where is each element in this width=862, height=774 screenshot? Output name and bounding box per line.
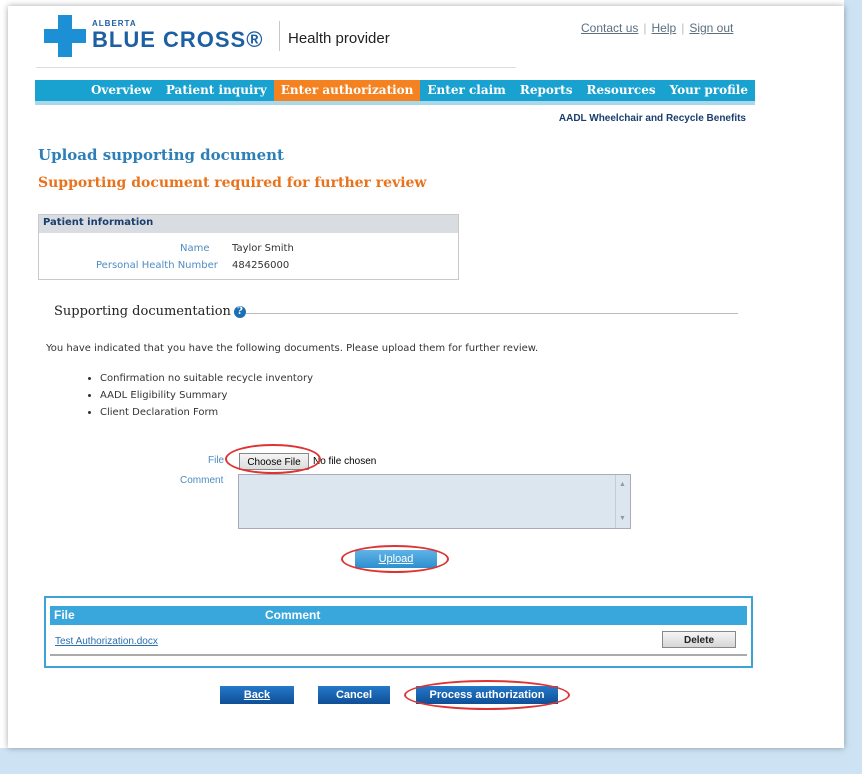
name-label: Name [180,243,210,254]
section-title-text: Supporting documentation [54,304,231,319]
frame-background-bottom [0,748,862,774]
page-subtitle: Supporting document required for further… [38,175,427,191]
scroll-up-icon: ▲ [619,481,626,488]
no-file-chosen-text: No file chosen [313,456,377,467]
help-icon[interactable]: ? [233,305,246,318]
table-row: Test Authorization.docx Delete [50,628,747,656]
contact-us-link[interactable]: Contact us [581,21,638,35]
phn-value: 484256000 [232,260,290,271]
intro-text: You have indicated that you have the fol… [46,343,539,354]
textarea-scrollbar[interactable]: ▲ ▼ [615,475,630,528]
name-value: Taylor Smith [232,243,294,254]
col-comment-header: Comment [265,608,321,622]
files-table-header: File Comment [50,606,747,625]
program-subtitle: AADL Wheelchair and Recycle Benefits [558,113,746,124]
list-item: Client Declaration Form [100,404,313,421]
sign-out-link[interactable]: Sign out [689,21,733,35]
patient-info-header: Patient information [39,215,458,233]
app-name: Health provider [288,30,390,47]
help-link[interactable]: Help [652,21,677,35]
uploaded-files-table: File Comment Test Authorization.docx Del… [44,596,753,668]
nav-patient-inquiry[interactable]: Patient inquiry [159,80,274,101]
patient-info-box: Patient information Name Taylor Smith Pe… [38,214,459,280]
nav-reports[interactable]: Reports [513,80,580,101]
blue-cross-logo[interactable]: ALBERTA BLUE CROSS® [44,15,274,57]
brand-name: BLUE CROSS® [92,27,264,52]
main-nav: Overview Patient inquiry Enter authoriza… [35,80,755,105]
browser-window: ALBERTA BLUE CROSS® Health provider Cont… [8,6,844,748]
scroll-down-icon: ▼ [619,515,626,522]
file-label: File [208,455,225,466]
highlight-choose-file [225,444,321,474]
cancel-button[interactable]: Cancel [318,686,390,704]
nav-enter-claim[interactable]: Enter claim [420,80,512,101]
list-item: Confirmation no suitable recycle invento… [100,370,313,387]
top-links: Contact us | Help | Sign out [581,21,734,35]
list-item: AADL Eligibility Summary [100,387,313,404]
nav-overview[interactable]: Overview [84,80,159,101]
back-button[interactable]: Back [220,686,294,704]
comment-textarea[interactable]: ▲ ▼ [238,474,631,529]
file-link[interactable]: Test Authorization.docx [55,636,158,647]
col-file-header: File [54,608,75,622]
nav-resources[interactable]: Resources [579,80,662,101]
highlight-process-authorization [404,680,570,710]
highlight-upload [341,545,449,573]
cross-icon [44,15,86,57]
document-list: Confirmation no suitable recycle invento… [88,370,313,421]
section-rule [246,313,738,314]
frame-background-right [844,0,862,774]
page-title: Upload supporting document [38,146,284,164]
header-divider [279,21,280,51]
phn-label: Personal Health Number [96,260,218,271]
nav-your-profile[interactable]: Your profile [663,80,755,101]
header-rule [36,67,516,68]
supporting-doc-section-title: Supporting documentation? [54,304,246,319]
delete-button[interactable]: Delete [662,631,736,648]
comment-label: Comment [180,475,224,486]
nav-enter-authorization[interactable]: Enter authorization [273,80,421,101]
